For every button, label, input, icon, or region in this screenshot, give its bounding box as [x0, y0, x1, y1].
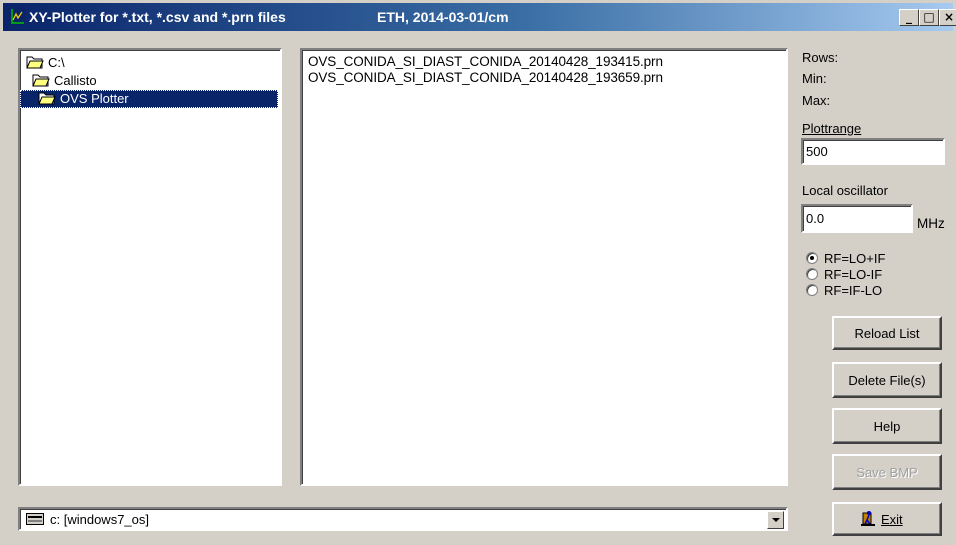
window-title: XY-Plotter for *.txt, *.csv and *.prn fi…	[29, 9, 286, 25]
local-oscillator-label: Local oscillator	[802, 183, 888, 198]
delete-files-button[interactable]: Delete File(s)	[832, 362, 942, 398]
close-button[interactable]: ×	[939, 9, 956, 26]
xy-plot-icon	[9, 8, 25, 25]
radio-label: RF=LO+IF	[824, 251, 886, 266]
drive-select[interactable]: c: [windows7_os]	[18, 507, 788, 531]
folder-icon	[26, 56, 44, 69]
dir-item-label: Callisto	[54, 73, 97, 88]
drive-icon	[26, 513, 44, 525]
exit-label: Exit	[881, 512, 903, 527]
dir-item-root[interactable]: C:\	[26, 54, 276, 72]
frequency-unit-label: MHz	[917, 216, 945, 231]
reload-list-button[interactable]: Reload List	[832, 316, 942, 350]
plotrange-input[interactable]	[801, 138, 945, 165]
file-list-item[interactable]: OVS_CONIDA_SI_DIAST_CONIDA_20140428_1934…	[308, 54, 663, 70]
minimize-button[interactable]: _	[899, 9, 919, 26]
app-window: XY-Plotter for *.txt, *.csv and *.prn fi…	[0, 0, 956, 545]
radio-indicator	[806, 252, 818, 264]
directory-list[interactable]: C:\ Callisto OVS Plotter	[18, 48, 282, 486]
exit-button[interactable]: Exit	[832, 502, 942, 536]
radio-label: RF=LO-IF	[824, 267, 883, 282]
drive-select-value: c: [windows7_os]	[50, 512, 149, 527]
selection-highlight	[20, 90, 278, 108]
title-bar[interactable]: XY-Plotter for *.txt, *.csv and *.prn fi…	[3, 3, 956, 31]
chevron-down-icon[interactable]	[767, 511, 784, 529]
min-label: Min:	[802, 71, 827, 86]
folder-icon	[32, 74, 50, 87]
dir-item-ovs-plotter[interactable]: OVS Plotter	[20, 90, 278, 108]
radio-indicator	[806, 268, 818, 280]
dir-item-callisto[interactable]: Callisto	[32, 72, 276, 90]
save-bmp-button[interactable]: Save BMP	[832, 454, 942, 490]
file-list-item[interactable]: OVS_CONIDA_SI_DIAST_CONIDA_20140428_1936…	[308, 70, 663, 86]
local-oscillator-input[interactable]	[801, 204, 913, 233]
rows-label: Rows:	[802, 50, 839, 65]
window-subtitle: ETH, 2014-03-01/cm	[377, 9, 509, 25]
radio-label: RF=IF-LO	[824, 283, 883, 298]
radio-indicator	[806, 284, 818, 296]
plotrange-label: Plottrange	[802, 121, 862, 136]
dir-item-label: OVS Plotter	[60, 91, 129, 106]
file-list[interactable]: OVS_CONIDA_SI_DIAST_CONIDA_20140428_1934…	[300, 48, 788, 486]
exit-door-icon	[861, 511, 875, 526]
folder-icon	[38, 92, 56, 105]
dir-item-label: C:\	[48, 55, 65, 70]
max-label: Max:	[802, 93, 831, 108]
maximize-button[interactable]: □	[919, 9, 939, 26]
help-button[interactable]: Help	[832, 408, 942, 444]
